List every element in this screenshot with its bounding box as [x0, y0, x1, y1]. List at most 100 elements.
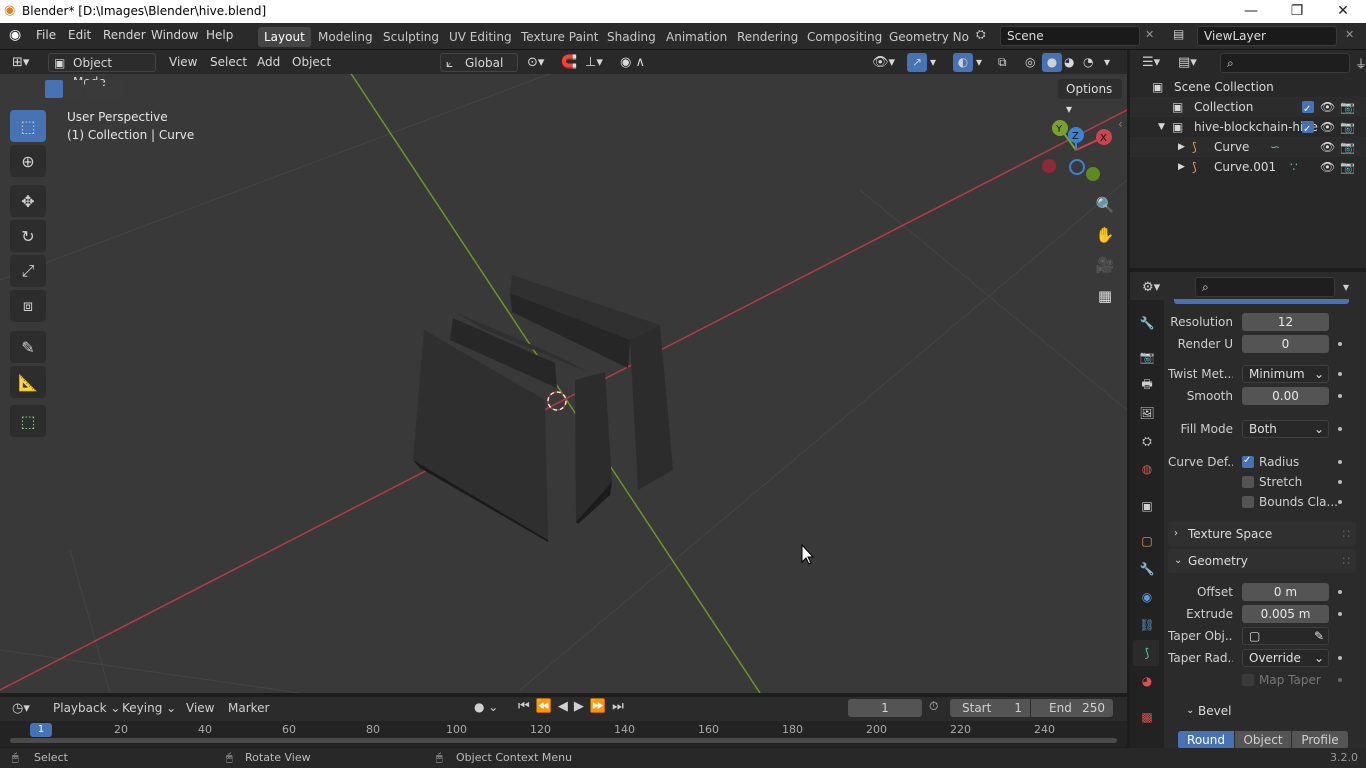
curve-data-tab-icon[interactable]: ⟆ [1138, 644, 1156, 662]
tab-modeling[interactable]: Modeling [312, 27, 379, 47]
twist-method-dropdown[interactable]: Minimum ⌄ [1242, 365, 1329, 383]
smooth-field[interactable]: 0.00 [1242, 387, 1329, 405]
eye-icon[interactable]: 👁 [1320, 157, 1335, 177]
select-extend-icon[interactable] [65, 80, 83, 98]
shading-dropdown-icon[interactable]: ▾ [1104, 53, 1110, 72]
menu-edit[interactable]: Edit [68, 28, 91, 42]
eye-icon[interactable]: 👁 [1320, 117, 1335, 137]
drag-handle-icon[interactable]: ∷ [1342, 522, 1350, 546]
twist-keyframe-dot[interactable] [1338, 372, 1342, 376]
tab-shading[interactable]: Shading [601, 27, 662, 47]
view-layer-icon[interactable]: ▤ [1173, 27, 1184, 41]
navigation-gizmo[interactable]: Y Z X [1038, 115, 1118, 190]
solid-shading-icon[interactable]: ● [1042, 53, 1062, 72]
rendered-shading-icon[interactable]: ◔ [1083, 53, 1093, 72]
gizmo-toggle-icon[interactable]: ↗ [907, 53, 927, 72]
overlay-dropdown-icon[interactable]: ▾ [976, 53, 982, 72]
scene-tab-icon[interactable]: ⛭ [1138, 432, 1156, 450]
cursor-tool[interactable]: ⊕ [10, 145, 46, 177]
scene-close-icon[interactable]: ✕ [1145, 28, 1154, 41]
outliner-editor-icon[interactable]: ☰▾ [1142, 55, 1160, 70]
start-frame-field[interactable]: Start 1 [950, 699, 1030, 717]
tab-layout[interactable]: Layout [258, 27, 311, 47]
extrude-keyframe-dot[interactable] [1338, 612, 1342, 616]
zoom-icon[interactable]: 🔍 [1091, 191, 1119, 219]
outliner-search-input[interactable]: ⌕ [1220, 53, 1350, 73]
world-tab-icon[interactable]: ◍ [1138, 460, 1156, 478]
minimize-button[interactable]: — [1228, 0, 1274, 23]
tab-geometry-nodes[interactable]: Geometry Noc [883, 27, 969, 47]
bounds-clamp-checkbox[interactable] [1242, 496, 1254, 508]
modifier-tab-icon[interactable]: 🔧 [1138, 560, 1156, 578]
snap-icon[interactable]: 🧲 [561, 53, 577, 72]
wireframe-shading-icon[interactable]: ◎ [1025, 53, 1035, 72]
select-intersect-icon[interactable] [105, 80, 123, 98]
tab-rendering[interactable]: Rendering [731, 27, 804, 47]
outliner-row-collection[interactable]: ▣ Collection 👁 📷 [1130, 97, 1366, 120]
visibility-icon[interactable]: 👁▾ [872, 53, 895, 72]
bevel-object-button[interactable]: Object [1235, 731, 1291, 749]
object-mode-dropdown[interactable]: ▣ Object Mode [48, 53, 156, 89]
overlay-toggle-icon[interactable]: ◐ [953, 53, 973, 72]
xray-icon[interactable]: ⧉ [998, 53, 1007, 72]
playhead[interactable]: 1 [30, 723, 52, 737]
properties-editor-icon[interactable]: ⚙▾ [1142, 280, 1160, 295]
physics-tab-icon[interactable]: ◉ [1138, 588, 1156, 606]
annotate-tool[interactable]: ✎ [10, 331, 46, 363]
stretch-checkbox[interactable] [1242, 476, 1254, 488]
rotate-tool[interactable]: ↻ [10, 220, 46, 252]
stretch-keyframe-dot[interactable] [1338, 480, 1342, 484]
eyedropper-icon[interactable]: ✎ [1314, 628, 1324, 644]
tab-texture-paint[interactable]: Texture Paint [515, 27, 604, 47]
options-dropdown[interactable]: Options ▾ [1058, 79, 1122, 116]
menu-file[interactable]: File [36, 28, 56, 42]
bevel-round-button[interactable]: Round [1178, 731, 1234, 749]
map-taper-checkbox[interactable] [1242, 674, 1254, 686]
chevron-down-icon[interactable]: ▼ [1158, 117, 1165, 137]
proportional-edit-icon[interactable]: ◉ ∧ [620, 53, 645, 72]
timeline-view-menu[interactable]: View [186, 701, 214, 715]
material-shading-icon[interactable]: ◕ [1064, 53, 1074, 72]
fill-mode-dropdown[interactable]: Both ⌄ [1242, 420, 1329, 438]
menu-object[interactable]: Object [292, 53, 331, 72]
properties-search-input[interactable]: ⌕ [1195, 277, 1335, 297]
view-layer-field[interactable]: ViewLayer [1197, 26, 1337, 46]
view-layer-tab-icon[interactable]: 🖼 [1138, 404, 1156, 422]
current-frame-field[interactable]: 1 [848, 699, 922, 717]
menu-window[interactable]: Window [151, 28, 198, 42]
map-taper-keyframe-dot[interactable] [1338, 678, 1342, 682]
offset-field[interactable]: 0 m [1242, 583, 1329, 601]
object-tab-icon[interactable]: ▢ [1138, 532, 1156, 550]
stopwatch-icon[interactable]: ⏱ [929, 699, 938, 714]
radius-keyframe-dot[interactable] [1338, 460, 1342, 464]
pan-hand-icon[interactable]: ✋ [1091, 221, 1119, 249]
tab-animation[interactable]: Animation [660, 27, 733, 47]
transform-tool[interactable]: ⧈ [10, 290, 46, 322]
camera-view-icon[interactable]: 🎥 [1091, 251, 1119, 279]
taper-object-field[interactable]: ▢ ✎ [1242, 627, 1329, 645]
tab-compositing[interactable]: Compositing [801, 27, 888, 47]
resolution-field[interactable]: 12 [1242, 313, 1329, 331]
tool-tab-icon[interactable]: 🔧 [1138, 314, 1156, 332]
camera-icon[interactable]: 📷 [1340, 157, 1355, 177]
move-tool[interactable]: ✥ [10, 185, 46, 217]
keying-menu[interactable]: Keying ⌄ [122, 701, 176, 715]
select-subtract-icon[interactable] [85, 80, 103, 98]
bevel-profile-button[interactable]: Profile [1292, 731, 1348, 749]
filter-icon[interactable]: ⏚ [1355, 55, 1366, 72]
view-layer-close-icon[interactable]: ✕ [1345, 28, 1354, 41]
menu-render[interactable]: Render [103, 28, 146, 42]
outliner-row-curve-001[interactable]: ▶ ⟆ Curve.001 ∵ 👁 📷 [1130, 157, 1366, 177]
menu-help[interactable]: Help [206, 28, 233, 42]
collection-exclude-checkbox[interactable] [1302, 100, 1314, 120]
snap-target-icon[interactable]: ⊥▾ [585, 53, 603, 72]
pivot-point-icon[interactable]: ⊙▾ [527, 53, 544, 72]
render-tab-icon[interactable]: 📷 [1138, 348, 1156, 366]
record-keyframe-icon[interactable]: ● ⌄ [474, 700, 498, 714]
maximize-button[interactable]: ❐ [1274, 0, 1320, 23]
render-u-field[interactable]: 0 [1242, 335, 1329, 353]
eye-icon[interactable]: 👁 [1320, 97, 1335, 117]
texture-space-panel-header[interactable]: › Texture Space ∷ [1168, 522, 1356, 546]
constraint-tab-icon[interactable]: ⛓ [1138, 616, 1156, 634]
collection-tab-icon[interactable]: ▣ [1138, 497, 1156, 515]
